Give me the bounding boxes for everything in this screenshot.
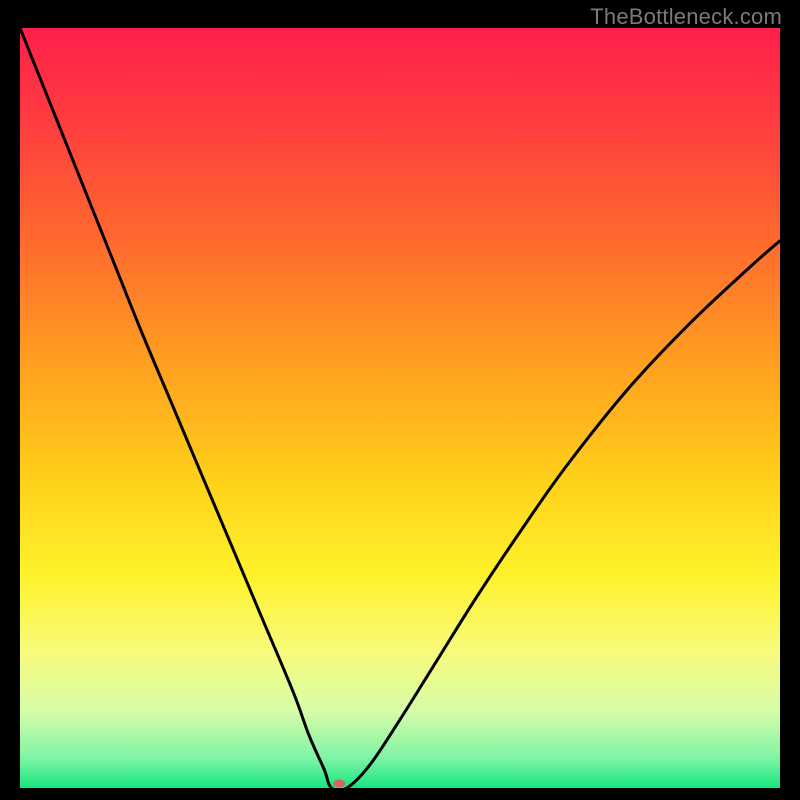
plot-area [20, 28, 780, 788]
gradient-background [20, 28, 780, 788]
chart-svg [20, 28, 780, 788]
optimal-marker [333, 779, 345, 787]
watermark-text: TheBottleneck.com [590, 4, 782, 30]
chart-frame: TheBottleneck.com [0, 0, 800, 800]
